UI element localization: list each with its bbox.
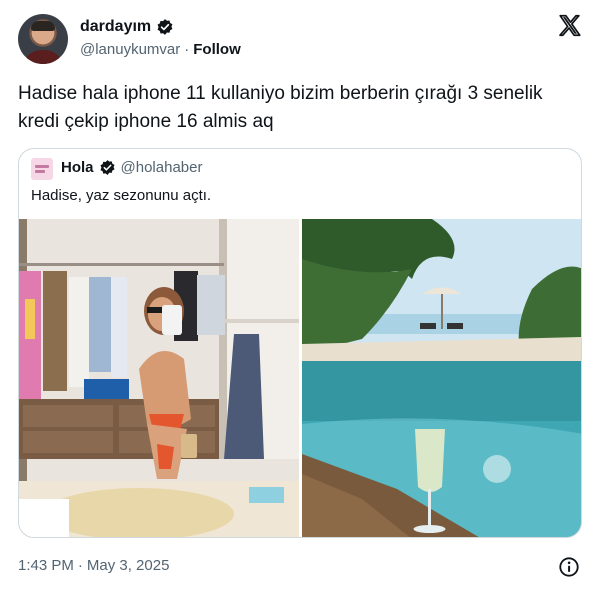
verified-badge-icon	[157, 19, 173, 35]
tweet-time[interactable]: 1:43 PM	[18, 557, 74, 574]
quoted-name-row: Hola @holahaber	[61, 159, 202, 176]
timestamp-separator: ·	[77, 557, 83, 574]
author-handle[interactable]: @lanuykumvar	[80, 41, 180, 58]
quoted-avatar[interactable]	[31, 158, 53, 180]
quoted-text: Hadise, yaz sezonunu açtı.	[31, 187, 212, 204]
author-display-name[interactable]: dardayım	[80, 18, 151, 36]
quoted-tweet[interactable]: Hola @holahaber Hadise, yaz sezonunu açt…	[18, 148, 582, 538]
quoted-verified-badge-icon	[100, 160, 115, 175]
tweet-text: Hadise hala iphone 11 kullaniyo bizim be…	[18, 83, 543, 132]
quoted-display-name[interactable]: Hola	[61, 159, 94, 176]
tweet-timestamp[interactable]: 1:43 PM · May 3, 2025	[18, 557, 169, 574]
tweet-card: dardayım @lanuykumvar · Follow Hadise ha…	[0, 0, 600, 596]
pool-beach-photo[interactable]	[302, 219, 581, 537]
follow-button[interactable]: Follow	[193, 41, 241, 58]
handle-separator: ·	[184, 41, 190, 58]
info-icon[interactable]	[558, 556, 580, 578]
x-logo-icon[interactable]	[557, 13, 583, 39]
author-handle-row: @lanuykumvar · Follow	[80, 41, 241, 58]
mirror-selfie-photo[interactable]	[19, 219, 299, 537]
tweet-date[interactable]: May 3, 2025	[87, 557, 170, 574]
author-name-row: dardayım	[80, 18, 174, 36]
author-avatar[interactable]	[18, 14, 68, 64]
quoted-handle[interactable]: @holahaber	[121, 159, 203, 176]
